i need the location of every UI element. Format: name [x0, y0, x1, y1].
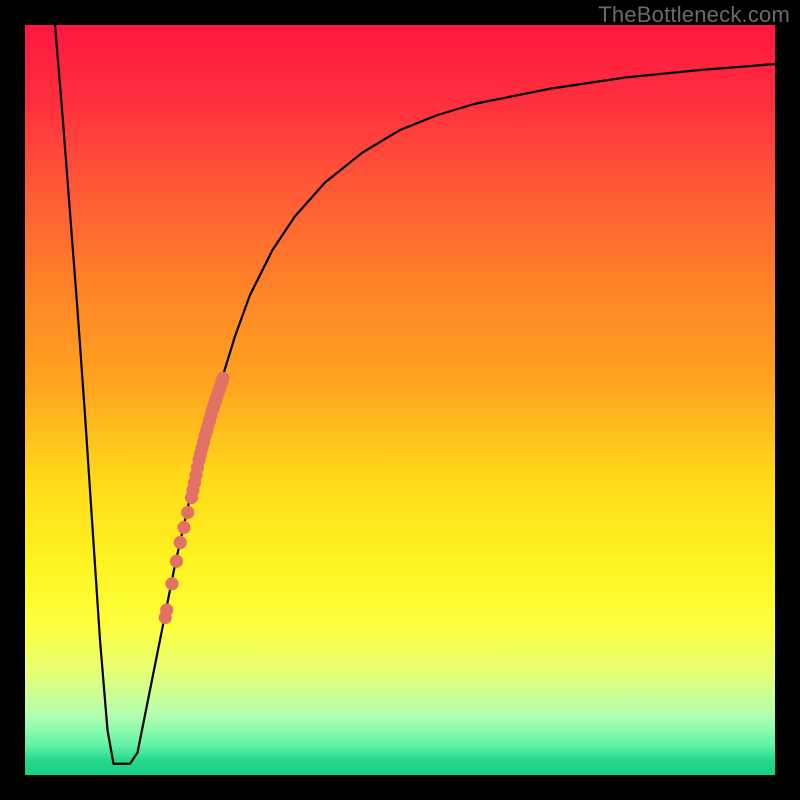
- plot-area: [25, 25, 775, 775]
- highlight-point: [165, 577, 178, 590]
- chart-frame: TheBottleneck.com: [0, 0, 800, 800]
- highlight-point: [174, 536, 187, 549]
- highlight-points-group: [159, 372, 230, 624]
- chart-svg: [25, 25, 775, 775]
- highlight-point: [216, 372, 229, 385]
- highlight-point: [160, 603, 173, 616]
- bottleneck-curve: [55, 25, 775, 764]
- highlight-point: [177, 521, 190, 534]
- highlight-point: [170, 555, 183, 568]
- highlight-point: [181, 506, 194, 519]
